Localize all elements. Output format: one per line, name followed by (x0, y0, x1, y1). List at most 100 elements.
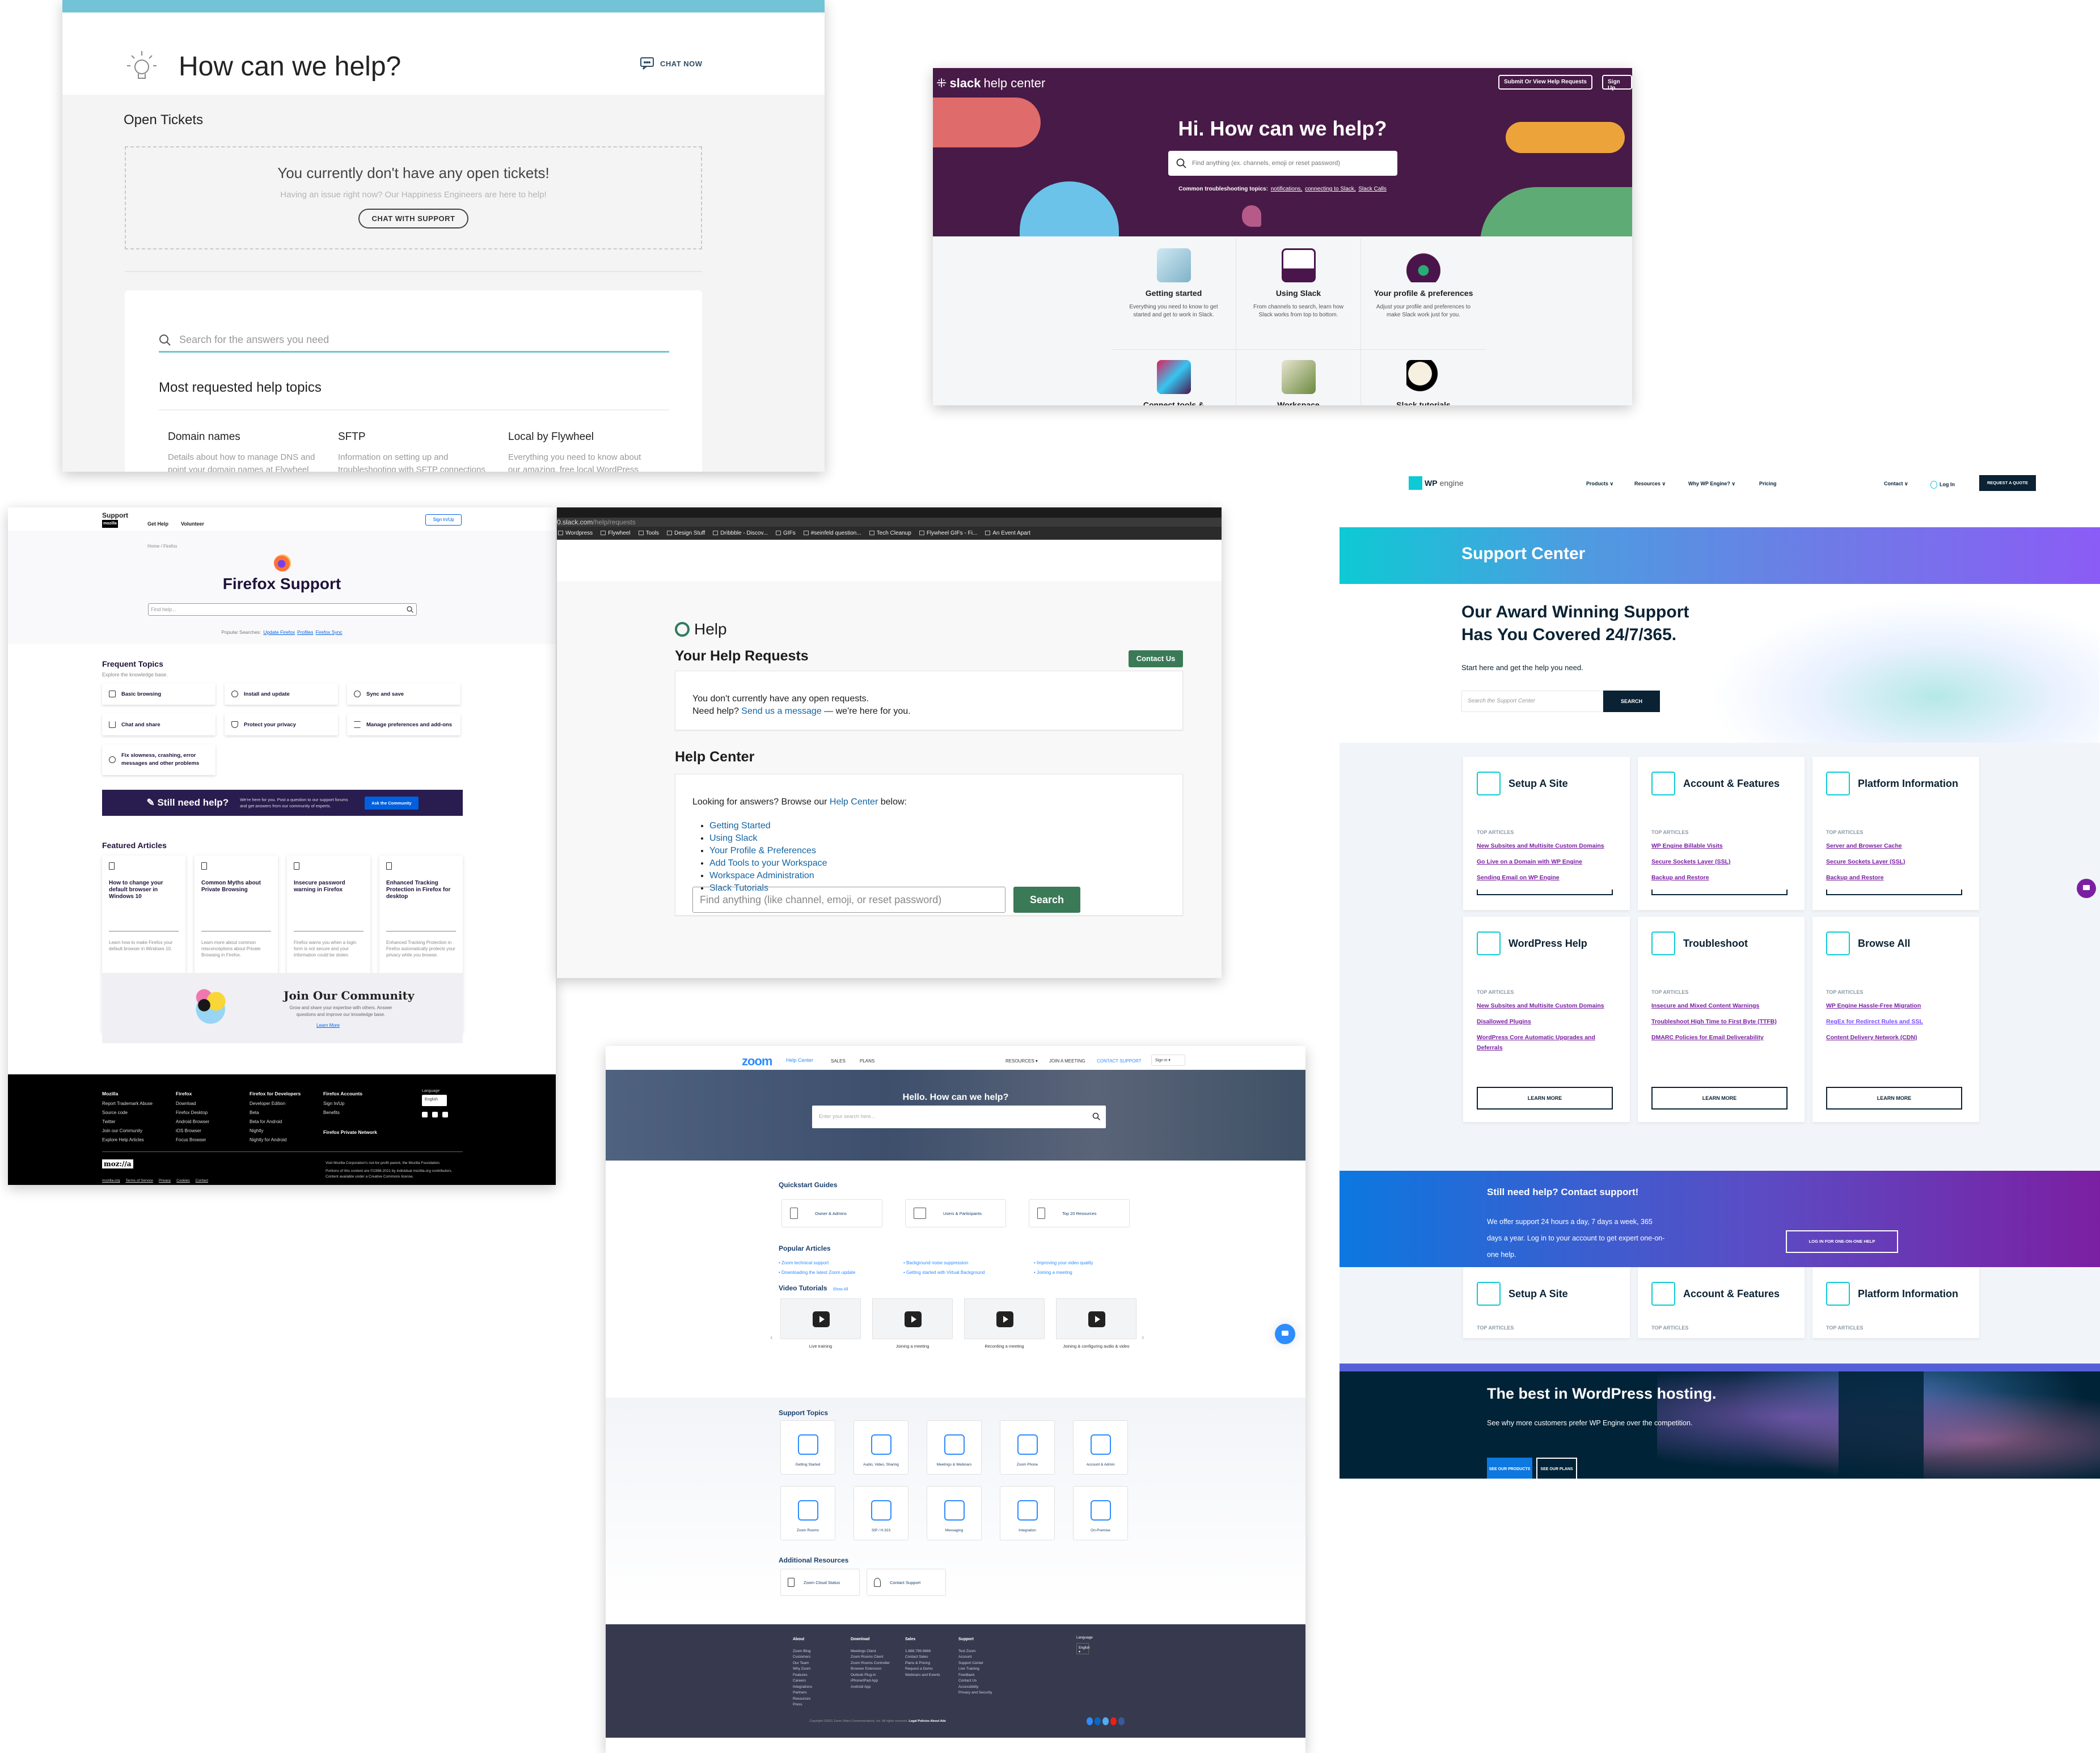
category-card[interactable]: Your profile & preferences Adjust your pr… (1361, 238, 1486, 350)
popular-link[interactable]: Firefox Sync (315, 629, 342, 635)
category-card[interactable]: Getting started Everything you need to kn… (1112, 238, 1236, 350)
footer-link[interactable]: Webinars and Events (905, 1672, 940, 1679)
support-topic-card[interactable]: Zoom Phone (1000, 1420, 1055, 1475)
sign-up-button[interactable]: Sign Up (1602, 75, 1632, 91)
help-link[interactable]: Add Tools to your Workspace (709, 858, 827, 868)
quickstart-card[interactable]: Owner & Admins (781, 1199, 882, 1227)
footer-link[interactable]: Our Team (793, 1661, 812, 1667)
article-link[interactable]: Go Live on a Domain with WP Engine (1477, 857, 1616, 867)
footer-link[interactable]: Account (958, 1654, 992, 1661)
footer-link[interactable]: Browser Extension (851, 1666, 890, 1672)
bookmark-item[interactable]: GIFs (776, 530, 796, 536)
carousel-prev-icon[interactable]: ‹ (770, 1332, 773, 1341)
footer-link[interactable]: Firefox Desktop (176, 1108, 209, 1117)
footer-link[interactable]: Plans & Pricing (905, 1661, 940, 1667)
support-topic-card[interactable]: Messaging (927, 1486, 982, 1540)
search-button[interactable]: Search (1013, 887, 1080, 913)
footer-link[interactable]: Download (176, 1099, 209, 1108)
article-link[interactable]: Secure Sockets Layer (SSL) (1651, 857, 1791, 867)
nav-volunteer[interactable]: Volunteer (181, 521, 204, 527)
topic-card[interactable]: Fix slowness, crashing, error messages a… (102, 744, 216, 775)
article-link[interactable]: WordPress Core Automatic Upgrades and De… (1477, 1032, 1616, 1053)
bookmark-item[interactable]: Wordpress (558, 530, 593, 536)
submit-view-requests-button[interactable]: Submit Or View Help Requests (1498, 75, 1592, 90)
footer-link[interactable]: 1.888.799.9666 (905, 1649, 940, 1655)
bookmark-item[interactable]: Flywheel (601, 530, 631, 536)
resource-card[interactable]: Zoom Cloud Status (780, 1569, 860, 1596)
twitter-icon[interactable] (1102, 1717, 1109, 1725)
learn-more-button[interactable] (1477, 890, 1613, 895)
article-link[interactable]: WP Engine Hassle-Free Migration (1826, 1001, 1966, 1011)
article-link[interactable]: New Subsites and Multisite Custom Domain… (1477, 841, 1616, 851)
zoom-logo[interactable]: zoom (742, 1054, 772, 1069)
learn-more-button[interactable] (1826, 890, 1962, 895)
nav-get-help[interactable]: Get Help (147, 521, 168, 527)
learn-more-button[interactable] (1651, 890, 1788, 895)
learn-more-button[interactable]: LEARN MORE (1651, 1087, 1788, 1110)
topic-card[interactable]: Install and update (225, 683, 338, 705)
language-select[interactable]: English ▾ (1076, 1643, 1090, 1654)
browser-tab-strip[interactable] (557, 507, 1222, 518)
language-selector[interactable]: Language English ▾ (1076, 1636, 1093, 1654)
footer-link[interactable]: Careers (793, 1678, 812, 1684)
footer-link[interactable]: Feedback (958, 1672, 992, 1679)
video-card[interactable]: Live training (780, 1298, 861, 1349)
article-link[interactable]: RegEx for Redirect Rules and SSL (1826, 1017, 1966, 1027)
see-plans-button[interactable]: SEE OUR PLANS (1536, 1458, 1577, 1479)
language-selector[interactable]: Language English (422, 1089, 447, 1106)
learn-more-button[interactable]: LEARN MORE (1477, 1087, 1613, 1110)
common-topic-link[interactable]: Slack Calls (1358, 186, 1386, 192)
legal-link[interactable]: Cookies (176, 1179, 189, 1183)
legal-link[interactable]: Privacy (159, 1179, 171, 1183)
article-link[interactable]: New Subsites and Multisite Custom Domain… (1477, 1001, 1616, 1011)
legal-link[interactable]: Terms of Service (125, 1179, 153, 1183)
chat-with-support-button[interactable]: CHAT WITH SUPPORT (358, 209, 469, 228)
learn-more-link[interactable]: Learn More (316, 1023, 340, 1028)
chat-now-button[interactable]: CHAT NOW (640, 57, 703, 70)
language-select[interactable]: English (422, 1095, 447, 1106)
popular-article-link[interactable]: Zoom technical support (779, 1260, 903, 1265)
footer-link[interactable]: iPhone/iPad App (851, 1678, 890, 1684)
footer-link[interactable]: Benefits (323, 1108, 377, 1117)
quickstart-card[interactable]: Top 20 Resources (1029, 1199, 1130, 1227)
video-card[interactable]: Joining a meeting (872, 1298, 953, 1349)
footer-link[interactable]: Privacy and Security (958, 1690, 992, 1696)
support-topic-card[interactable]: Meetings & Webinars (927, 1420, 982, 1475)
footer-link[interactable]: Support Center (958, 1661, 992, 1667)
category-card[interactable]: Using Slack From channels to search, lear… (1236, 238, 1361, 350)
search-button[interactable]: SEARCH (1603, 691, 1660, 712)
login-help-button[interactable]: LOG IN FOR ONE-ON-ONE HELP (1786, 1230, 1898, 1253)
article-link[interactable]: Secure Sockets Layer (SSL) (1826, 857, 1966, 867)
nav-products[interactable]: Products ∨ (1586, 481, 1613, 487)
help-center-label[interactable]: Help Center (786, 1057, 813, 1063)
category-card[interactable]: Workspace (1236, 350, 1361, 405)
sign-in-button[interactable]: Sign In/Up (425, 514, 462, 526)
video-card[interactable]: Joining & configuring audio & video (1056, 1298, 1136, 1349)
footer-link[interactable]: Resources (793, 1696, 812, 1703)
footer-link[interactable]: Outlook Plug-in (851, 1672, 890, 1679)
quickstart-card[interactable]: Users & Participants (905, 1199, 1006, 1227)
popular-article-link[interactable]: Getting started with Virtual Background (903, 1270, 1034, 1275)
popular-article-link[interactable]: Joining a meeting (1034, 1270, 1147, 1275)
topic-card[interactable]: Manage preferences and add-ons (347, 714, 460, 735)
video-card[interactable]: Recording a meeting (964, 1298, 1045, 1349)
footer-link[interactable]: Contact Sales (905, 1654, 940, 1661)
linkedin-icon[interactable] (1095, 1717, 1101, 1725)
ask-community-button[interactable]: Ask the Community (365, 796, 419, 810)
bookmark-item[interactable]: Design Stuff (667, 530, 705, 536)
show-all-link[interactable]: Show All (833, 1288, 848, 1292)
support-topic-card[interactable]: SIP / H.323 (853, 1486, 909, 1540)
wordpress-icon[interactable] (1087, 1717, 1093, 1725)
article-link[interactable]: Insecure and Mixed Content Warnings (1651, 1001, 1791, 1011)
mozilla-logo[interactable]: moz://a (102, 1159, 133, 1168)
footer-link[interactable]: Android App (851, 1684, 890, 1691)
footer-col-title[interactable]: Firefox Private Network (323, 1128, 377, 1137)
popular-link[interactable]: Update Firefox (263, 629, 295, 635)
article-link[interactable]: Server and Browser Cache (1826, 841, 1966, 851)
footer-link[interactable]: iOS Browser (176, 1127, 209, 1136)
footer-link[interactable]: Nightly (250, 1127, 301, 1136)
search-input[interactable]: Find anything (ex. channels, emoji or re… (1168, 151, 1397, 176)
search-input[interactable]: Search the Support Center (1461, 691, 1603, 712)
chat-bubble-button[interactable] (1275, 1324, 1295, 1344)
footer-link[interactable]: Source code (102, 1108, 153, 1117)
